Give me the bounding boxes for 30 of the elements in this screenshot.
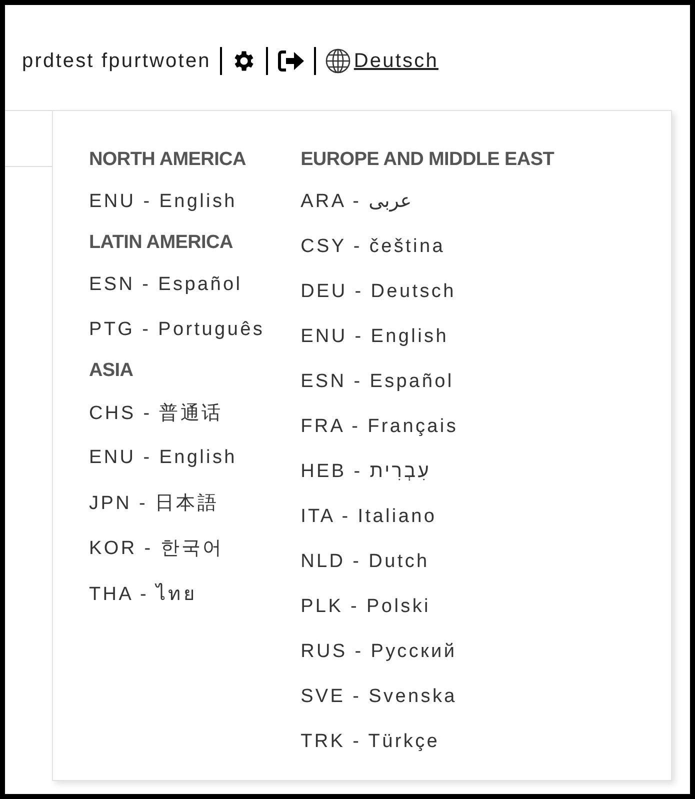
language-option[interactable]: ESN - Español: [300, 359, 554, 404]
language-option[interactable]: RUS - Русский: [300, 629, 554, 674]
language-option[interactable]: PLK - Polski: [300, 584, 554, 629]
language-option[interactable]: NLD - Dutch: [300, 539, 554, 584]
language-option[interactable]: TRK - Türkçe: [300, 719, 554, 764]
language-link[interactable]: Deutsch: [354, 50, 438, 72]
language-option[interactable]: THA - ไทย: [89, 570, 265, 615]
language-option[interactable]: ENU - English: [89, 179, 265, 224]
language-option[interactable]: ENU - English: [300, 314, 554, 359]
region-heading: LATIN AMERICA: [89, 231, 234, 255]
language-option[interactable]: HEB - עִבְרִית: [300, 449, 554, 494]
language-option[interactable]: CSY - čeština: [300, 224, 554, 269]
language-option[interactable]: ARA - عربى: [300, 179, 554, 224]
language-option[interactable]: ESN - Español: [89, 262, 265, 307]
language-option[interactable]: SVE - Svenska: [300, 674, 554, 719]
region-heading: ASIA: [89, 359, 134, 383]
language-option[interactable]: FRA - Français: [300, 404, 554, 449]
language-option[interactable]: CHS - 普通话: [89, 390, 265, 435]
language-option[interactable]: ITA - Italiano: [300, 494, 554, 539]
logout-icon: [276, 49, 305, 73]
region-heading: EUROPE AND MIDDLE EAST: [300, 148, 554, 172]
language-option[interactable]: KOR - 한국어: [89, 525, 265, 570]
user-name: prdtest fpurtwoten: [22, 50, 211, 72]
logout-button[interactable]: [276, 49, 305, 73]
language-option[interactable]: DEU - Deutsch: [300, 269, 554, 314]
language-option[interactable]: JPN - 日本語: [89, 480, 265, 525]
language-option[interactable]: PTG - Português: [89, 307, 265, 352]
language-option[interactable]: ENU - English: [89, 435, 265, 480]
region-heading: NORTH AMERICA: [89, 148, 247, 172]
globe-icon: [324, 48, 351, 74]
